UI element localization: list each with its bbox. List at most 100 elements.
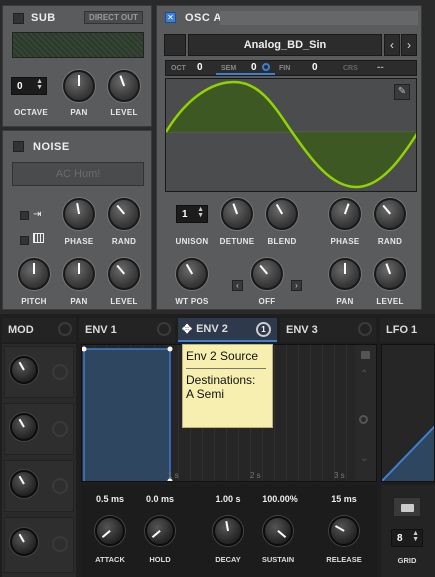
decay-value[interactable]: 1.00 s	[204, 494, 252, 504]
sustain-knob[interactable]	[263, 516, 293, 546]
fin-label: FIN	[279, 65, 291, 72]
osc-pan-label: PAN	[336, 297, 354, 306]
tooltip-divider	[186, 368, 266, 369]
attack-value[interactable]: 0.5 ms	[86, 494, 134, 504]
osc-pan-knob[interactable]	[329, 258, 361, 290]
tick-3s: 3 s	[334, 471, 345, 480]
zoom-icon[interactable]	[359, 415, 368, 424]
release-knob[interactable]	[329, 516, 359, 546]
noise-keytrack-toggle[interactable]	[20, 211, 29, 220]
noise-pan-label: PAN	[70, 297, 88, 306]
env1-ring-icon	[157, 322, 171, 336]
warp-next-icon[interactable]: ›	[291, 280, 302, 291]
next-arrow-icon[interactable]: ›	[401, 34, 417, 56]
noise-rand-label: RAND	[111, 237, 137, 246]
unison-label: UNISON	[175, 237, 209, 246]
noise-phase-label: PHASE	[64, 237, 94, 246]
tab-env1-label: ENV 1	[85, 324, 117, 336]
noise-pitch-knob[interactable]	[18, 258, 50, 290]
warp-off-label: OFF	[258, 297, 276, 306]
crs-label: CRS	[343, 65, 358, 72]
tab-mod-label: MOD	[8, 324, 34, 336]
unison-value: 1	[182, 208, 188, 220]
sub-pan-knob[interactable]	[63, 70, 95, 102]
mod-knob-2[interactable]	[10, 413, 38, 441]
osc-level-knob[interactable]	[374, 258, 406, 290]
detune-label: DETUNE	[219, 237, 255, 246]
wt-pos-knob[interactable]	[176, 258, 208, 290]
mod-knob-4[interactable]	[10, 528, 38, 556]
env2-badge: 1	[256, 322, 271, 337]
osc-rand-knob[interactable]	[374, 198, 406, 230]
wavetable-display[interactable]: ✎	[165, 78, 417, 192]
pencil-icon[interactable]: ✎	[394, 84, 410, 100]
prev-arrow-icon[interactable]: ‹	[384, 34, 400, 56]
wavetable-menu[interactable]	[164, 34, 186, 56]
tick-2s: 2 s	[250, 471, 261, 480]
noise-title: NOISE	[33, 141, 70, 153]
octave-label: OCTAVE	[14, 108, 48, 117]
sub-level-knob[interactable]	[108, 70, 140, 102]
grid-spinner[interactable]: 8 ▲ ▼	[391, 529, 423, 547]
warp-knob[interactable]	[251, 258, 283, 290]
sub-pan-label: PAN	[70, 108, 88, 117]
wavetable-name[interactable]: Analog_BD_Sin	[188, 34, 382, 56]
detune-knob[interactable]	[221, 198, 253, 230]
osc-phase-knob[interactable]	[329, 198, 361, 230]
grid-label: GRID	[397, 556, 417, 565]
tooltip-title: Env 2 Source	[186, 349, 259, 363]
osc-level-label: LEVEL	[376, 297, 404, 306]
osc-a-title: OSC A	[185, 12, 222, 24]
noise-stereo-toggle[interactable]	[20, 236, 29, 245]
direct-out-button[interactable]: DIRECT OUT	[84, 11, 143, 24]
sub-level-label: LEVEL	[110, 108, 138, 117]
noise-source-display[interactable]: AC Hum!	[12, 162, 144, 186]
noise-rand-knob[interactable]	[108, 198, 140, 230]
noise-level-knob[interactable]	[108, 258, 140, 290]
mod-knob-3[interactable]	[10, 470, 38, 498]
hold-knob[interactable]	[145, 516, 175, 546]
tab-lfo1[interactable]: LFO 1	[380, 318, 435, 342]
lfo-graph[interactable]	[381, 344, 435, 482]
zoom-out-icon[interactable]: ⌄	[360, 453, 368, 464]
sub-enable-toggle[interactable]	[13, 13, 24, 24]
unison-spinner[interactable]: 1 ▲ ▼	[176, 205, 208, 223]
mod-link-icon	[262, 63, 270, 71]
decay-knob[interactable]	[213, 516, 243, 546]
sustain-label: SUSTAIN	[261, 555, 295, 564]
noise-pan-knob[interactable]	[63, 258, 95, 290]
blend-knob[interactable]	[266, 198, 298, 230]
tab-env2-label: ENV 2	[196, 323, 228, 335]
tick-1s: 1 s	[168, 471, 179, 480]
piano-icon	[33, 233, 44, 243]
osc-rand-label: RAND	[377, 237, 403, 246]
osc-a-enable-toggle[interactable]: ✕	[165, 12, 176, 23]
release-label: RELEASE	[326, 555, 362, 564]
release-value[interactable]: 15 ms	[320, 494, 368, 504]
noise-enable-toggle[interactable]	[13, 141, 24, 152]
octave-spinner[interactable]: 0 ▲ ▼	[11, 77, 47, 95]
attack-label: ATTACK	[95, 555, 125, 564]
folder-icon[interactable]	[393, 497, 421, 517]
mod-knob-1[interactable]	[10, 356, 38, 384]
noise-phase-knob[interactable]	[63, 198, 95, 230]
zoom-in-icon[interactable]: ⌃	[360, 369, 368, 380]
fin-value[interactable]: 0	[312, 62, 318, 73]
mod-ring-3	[52, 478, 68, 494]
tooltip-dest-label: Destinations:	[186, 373, 256, 387]
move-icon[interactable]: ✥	[182, 322, 192, 336]
crs-value[interactable]: --	[377, 62, 384, 73]
hold-value[interactable]: 0.0 ms	[136, 494, 184, 504]
oct-value[interactable]: 0	[197, 62, 203, 73]
lock-icon[interactable]	[361, 351, 370, 359]
mod-tab-ring-icon	[58, 322, 72, 336]
tooltip: Env 2 Source Destinations: A Semi	[182, 344, 273, 428]
noise-pitch-label: PITCH	[21, 297, 47, 306]
warp-prev-icon[interactable]: ‹	[232, 280, 243, 291]
osc-phase-label: PHASE	[330, 237, 360, 246]
attack-knob[interactable]	[95, 516, 125, 546]
sem-value[interactable]: 0	[251, 62, 257, 73]
sustain-value[interactable]: 100.00%	[254, 494, 306, 504]
decay-label: DECAY	[215, 555, 241, 564]
lfo-curve	[382, 425, 434, 481]
